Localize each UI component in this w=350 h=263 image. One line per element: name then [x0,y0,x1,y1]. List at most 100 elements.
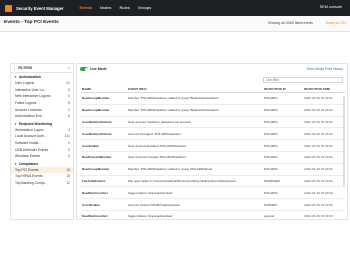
event-info-cell: Member 'POLARIS\backbon' added to group … [127,92,263,105]
detection-time-cell: 2020-04-30 15:39:40 [303,186,345,200]
event-name-cell: NewMachineAlert [81,186,127,200]
detection-time-cell: 2020-04-30 15:39:32 [303,163,345,176]
event-name-cell: FileAuditFailure [81,175,127,188]
event-info-cell: Account Changed: 'POLARIS\backbon' [127,127,263,141]
filter-item[interactable]: Workstation Logon... 4 [11,127,73,134]
filter-item[interactable]: Windows Events 0 [11,153,73,160]
table-row[interactable]: FileAuditFailure File open failed 'C:\Use… [81,175,345,188]
detection-time-cell: 2020-04-30 15:39:32 [303,175,345,188]
nav-rules[interactable]: Rules [120,6,130,10]
page-title: Events - Top PCI Events [4,20,59,25]
filter-label: Windows Events [15,154,41,159]
table-row[interactable]: NewMachineAlert foggon failure 'dmine\adm… [81,210,345,219]
detection-ip-cell: WARDNER [263,175,303,188]
table-row[interactable]: UserModifyAttribute User account 'backbon… [81,116,345,129]
table-row[interactable]: NewGroupMember Member 'POLARIS\backbon' a… [81,163,345,176]
event-info-cell: Account lockout 'DINM\Tradminrisuler' [127,198,263,211]
filter-item[interactable]: Account Lockouts 2 [11,106,73,113]
live-filter-input[interactable] [263,77,343,83]
logo-icon [5,4,12,12]
filter-item-selected[interactable]: Top PCI Events 15 [11,166,73,174]
app-name: Security Event Manager [16,5,64,11]
expand-icon: ▼ [14,121,17,126]
filter-item[interactable]: Software Install... 0 [11,140,73,147]
event-info-cell: User Account Enabled 'POLARIS\backbon' [127,139,263,152]
col-detection-time[interactable]: DETECTION TIME [303,85,345,93]
group-compliance[interactable]: ▼ Compliance [11,160,73,167]
expand-icon: ▼ [14,161,17,166]
account-menu[interactable]: SEM console [320,5,342,9]
filter-item[interactable]: Failed Logons 5 [11,100,73,107]
event-name-cell: UserDisable [81,198,127,211]
filters-label: FILTERS [18,66,33,70]
group-authorization[interactable]: ▼ Authorization [11,73,73,80]
panel-toolbar: Live Mode Show Media Point History [77,64,347,74]
table-row[interactable]: NewGroupMember Member 'POLARIS\backbon' a… [81,92,345,105]
filter-label: Authorization Eve... [15,114,45,119]
export-csv-link[interactable]: Export to CSV [326,21,346,25]
filter-count: 2 [68,107,70,112]
scrollbar[interactable] [343,96,345,186]
table-row[interactable]: NewMachineAlert foggon failure 'dmine\adm… [81,186,345,200]
filter-chevron-icon[interactable]: ‹ [14,66,15,71]
filter-label: Top Banking Compl... [15,181,48,186]
filter-count: 0 [68,147,70,152]
detection-time-cell: 2020-04-30 15:39:32 [303,139,345,152]
detection-ip-cell: POLARIS [263,92,303,105]
filter-item[interactable]: User Logons 21 [11,80,73,87]
filter-count: 0 [68,154,70,159]
filter-item[interactable]: Top Banking Compl... 12 [11,180,73,187]
nav-groups[interactable]: Groups [138,6,152,10]
detection-ip-cell: POLARIS [263,116,303,129]
detection-ip-cell: POLARIS [263,127,303,141]
filter-count: 6 [68,87,70,92]
col-name[interactable]: NAME [81,85,127,93]
toggle-switch[interactable] [80,67,88,71]
filter-label: New Interactive Logons [15,94,51,99]
nav-nodes[interactable]: Nodes [100,6,112,10]
filters-sidebar: ‹ FILTERS × ▼ Authorization User Logons 21… [10,63,74,220]
detection-ip-cell: support [263,210,303,219]
table-row[interactable]: NewDomainMember User Account Created 'POL… [81,151,345,164]
events-panel: Live Mode Show Media Point History NAME … [76,63,348,220]
table-row[interactable]: UserEnable User Account Enabled 'POLARIS\… [81,139,345,152]
event-info-cell: File open failed 'C:\Users\Vandebult\Doc… [127,175,263,188]
filter-label: Account Lockouts [15,107,42,112]
detection-time-cell: 2020-04-30 15:39:32 [303,151,345,164]
filter-label: Workstation Logon... [15,127,47,132]
filter-count: 4 [68,127,70,132]
table-header: NAME EVENT INFO DETECTION IP DETECTION T… [81,85,345,93]
detection-ip-cell: POLARIS [263,104,303,117]
event-info-cell: Member 'POLARIS\backbon' added to group … [127,104,263,117]
event-name-cell: NewDomainMember [81,151,127,164]
table-row[interactable]: NewGroupMember Member 'POLARIS\backbon' a… [81,104,345,117]
event-name-cell: NewGroupMember [81,104,127,117]
filter-item[interactable]: New Interactive Logons 0 [11,93,73,100]
filter-item[interactable]: Top HIPAA Events 18 [11,173,73,180]
table-row[interactable]: UserModifyAttribute Account Changed: 'POL… [81,127,345,141]
col-event-info[interactable]: EVENT INFO [127,85,263,93]
detection-time-cell: 2020-04-30 15:39:32 [303,127,345,141]
event-info-cell: User account 'backbon' password set succ… [127,116,263,129]
history-link[interactable]: Show Media Point History [307,67,344,71]
filter-label: User Logons [15,81,35,86]
filter-label: Top PCI Events [15,167,39,172]
filter-item[interactable]: Authorization Eve... 6 [11,113,73,120]
detection-time-cell: 2020-04-30 15:39:32 [303,92,345,105]
table-row[interactable]: UserDisable Account lockout 'DINM\Tradmin… [81,198,345,211]
filter-item[interactable]: USB Defender Events 0 [11,146,73,153]
nav-events[interactable]: Events [79,6,91,10]
group-label: Compliance [18,161,39,166]
group-endpoint-monitoring[interactable]: ▼ Endpoint Monitoring [11,120,73,127]
filter-item[interactable]: Local Account Auth... 131 [11,133,73,140]
filter-count: 0 [68,94,70,99]
detection-time-cell: 2020-04-30 15:39:30 [303,198,345,211]
detection-time-cell: 2020-04-30 15:39:30 [303,210,345,219]
filter-label: Local Account Auth... [15,134,47,139]
col-detection-ip[interactable]: DETECTION IP [263,85,303,93]
group-label: Endpoint Monitoring [18,121,53,126]
close-icon[interactable]: × [68,66,70,70]
filter-item[interactable]: Interactive User Lo... 6 [11,87,73,94]
filters-header: ‹ FILTERS × [11,64,73,73]
detection-ip-cell: POLARIS [263,163,303,176]
